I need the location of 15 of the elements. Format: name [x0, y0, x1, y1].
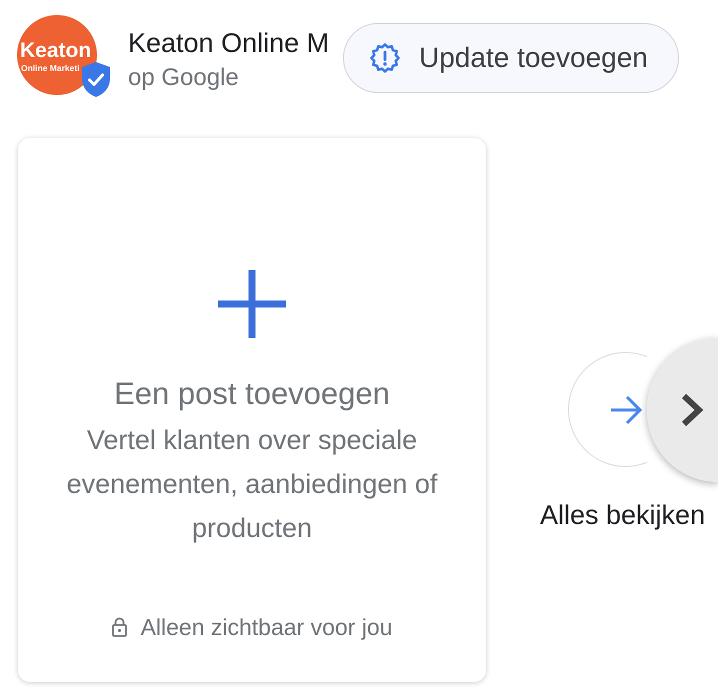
- logo-text: Keaton: [20, 40, 92, 62]
- business-name: Keaton Online M: [128, 27, 330, 59]
- post-card-title: Een post toevoegen: [114, 375, 390, 413]
- plus-icon: [218, 270, 286, 338]
- update-button[interactable]: Update toevoegen: [343, 23, 679, 93]
- visibility-note: Alleen zichtbaar voor jou: [140, 613, 392, 642]
- post-card-description: Vertel klanten over speciale evenementen, aanbiedingen of producten: [66, 424, 438, 545]
- add-post-card[interactable]: Een post toevoegen Vertel klanten over speciale evenementen, aanbiedingen of producten Alleen zichtbaar voor jou: [18, 138, 486, 682]
- view-all-link[interactable]: Alles bekijken: [540, 499, 706, 531]
- carousel-next-button[interactable]: [647, 338, 718, 482]
- business-source: op Google: [128, 63, 240, 93]
- lock-icon: [112, 617, 127, 637]
- exclamation-badge-icon: [370, 43, 400, 73]
- logo-tagline: Online Marketi: [21, 63, 80, 74]
- chevron-right-icon: [680, 392, 704, 428]
